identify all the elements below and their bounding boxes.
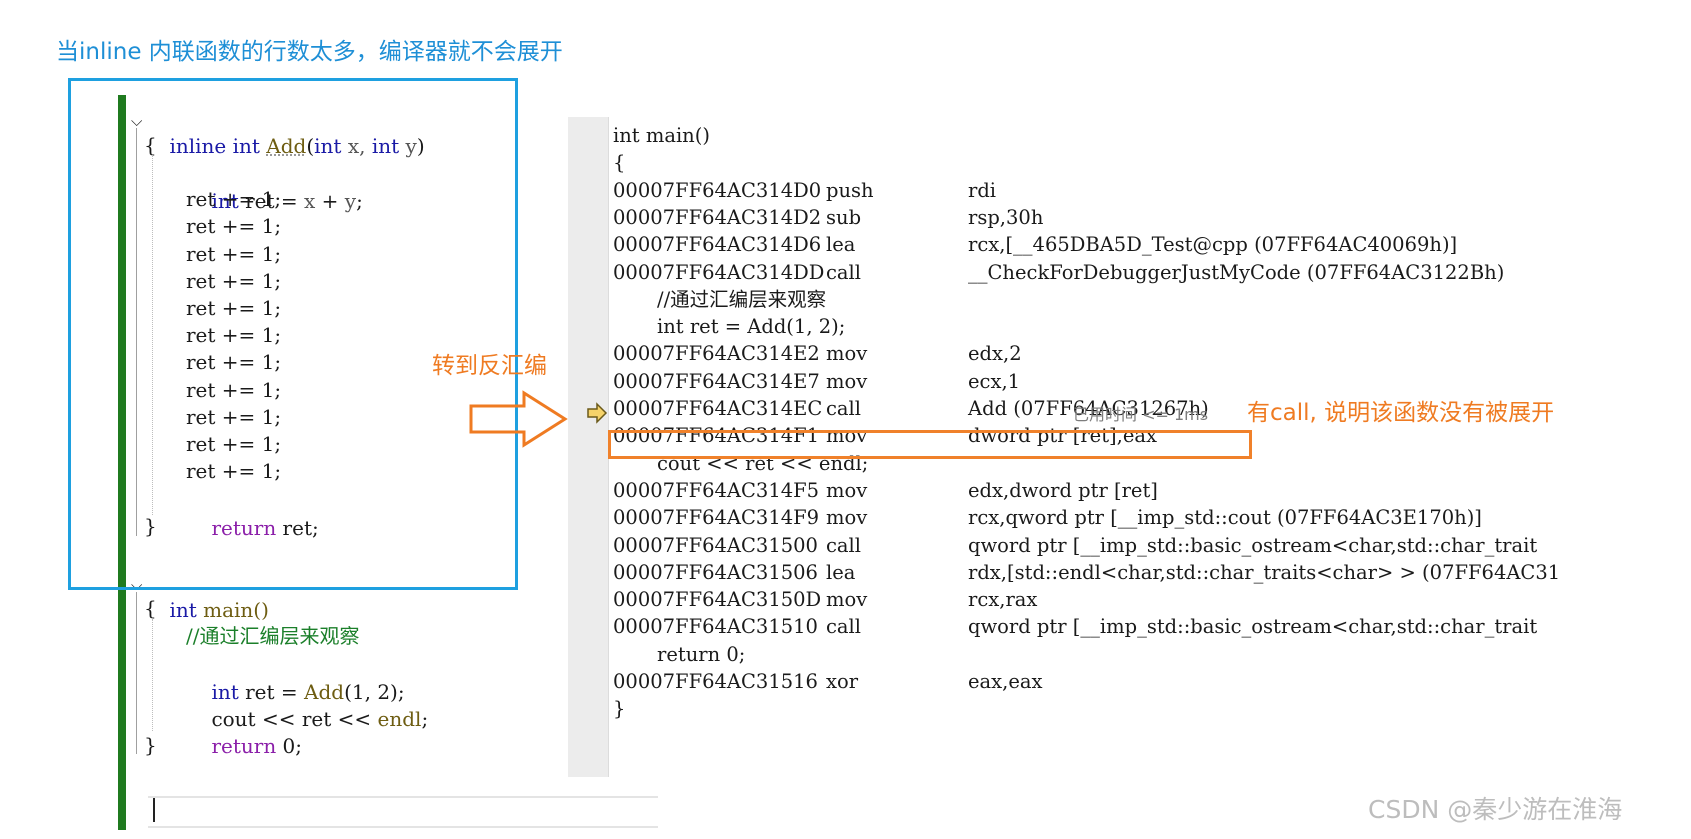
disasm-brace-close[interactable]: } <box>568 694 1640 723</box>
call-line[interactable]: int ret = Add(1, 2); <box>186 649 404 704</box>
return-line[interactable]: return 0; <box>186 703 302 758</box>
instruction-address: 00007FF64AC31510 <box>613 615 818 639</box>
instruction-operands: edx,dword ptr [ret] <box>968 478 1158 502</box>
disasm-instruction-row[interactable]: 00007FF64AC314F9 mov rcx,qword ptr [__imp_… <box>568 503 1640 532</box>
instruction-address: 00007FF64AC314DD <box>613 260 825 284</box>
disasm-instruction-row[interactable]: 00007FF64AC314E2 mov edx,2 <box>568 339 1640 368</box>
instruction-address: 00007FF64AC314D6 <box>613 233 822 257</box>
code-text: 0; <box>276 734 303 758</box>
disasm-instruction-row[interactable]: 00007FF64AC314D2 sub rsp,30h <box>568 203 1640 232</box>
instruction-opcode: sub <box>826 205 862 229</box>
instruction-operands: edx,2 <box>968 342 1022 366</box>
instruction-address: 00007FF64AC314E2 <box>613 342 820 366</box>
disasm-instruction-row[interactable]: 00007FF64AC31500 call qword ptr [__imp_std… <box>568 531 1640 560</box>
disasm-instruction-row[interactable]: 00007FF64AC314E7 mov ecx,1 <box>568 367 1640 396</box>
disasm-instruction-row[interactable]: 00007FF64AC314D6 lea rcx,[__465DBA5D_Test@… <box>568 230 1640 259</box>
source-text: int main() <box>613 124 710 147</box>
disasm-brace-open[interactable]: { <box>568 148 1640 177</box>
instruction-address: 00007FF64AC314F5 <box>613 478 820 502</box>
disasm-instruction-row[interactable]: 00007FF64AC31510 call qword ptr [__imp_std… <box>568 612 1640 641</box>
disasm-source-line[interactable]: int ret = Add(1, 2); <box>568 312 1640 341</box>
instruction-opcode: xor <box>826 670 859 693</box>
instruction-opcode: mov <box>826 342 868 366</box>
cout-line[interactable]: cout << ret << endl; <box>186 676 428 731</box>
instruction-opcode: mov <box>826 588 868 612</box>
source-text: { <box>613 151 626 175</box>
source-text: return 0; <box>657 642 746 666</box>
disasm-instruction-row[interactable]: 00007FF64AC31506 lea rdx,[std::endl<char,s… <box>568 558 1640 587</box>
instruction-opcode: lea <box>826 560 856 584</box>
function-name: main() <box>196 598 269 622</box>
instruction-opcode: call <box>826 533 862 557</box>
instruction-address: 00007FF64AC314F9 <box>613 506 820 530</box>
instruction-operands: rcx,rax <box>968 588 1038 612</box>
scope-bracket <box>136 592 137 754</box>
instruction-opcode: call <box>826 615 862 639</box>
instruction-operands: qword ptr [__imp_std::basic_ostream<char… <box>968 533 1538 557</box>
call-annotation: 有call, 说明该函数没有被展开 <box>1247 400 1555 426</box>
disasm-instruction-row[interactable]: 00007FF64AC314F5 mov edx,dword ptr [ret] <box>568 476 1640 505</box>
instruction-opcode: mov <box>826 478 868 502</box>
instruction-address: 00007FF64AC314D2 <box>613 205 822 229</box>
disasm-instruction-row[interactable]: 00007FF64AC314D0 push rdi <box>568 176 1640 205</box>
instruction-operands: rcx,[__465DBA5D_Test@cpp (07FF64AC40069h… <box>968 233 1458 257</box>
disasm-instruction-row[interactable]: 00007FF64AC31516 xor eax,eax <box>568 667 1640 696</box>
code-text: ; <box>421 707 429 731</box>
brace-open: { <box>144 596 157 620</box>
instruction-address: 00007FF64AC3150D <box>613 588 822 612</box>
instruction-opcode: push <box>826 178 874 202</box>
instruction-address: 00007FF64AC31516 <box>613 670 818 693</box>
instruction-opcode: lea <box>826 233 856 257</box>
instruction-opcode: mov <box>826 369 868 393</box>
indent-guide <box>152 619 153 731</box>
instruction-address: 00007FF64AC31506 <box>613 560 818 584</box>
disasm-instruction-row[interactable]: 00007FF64AC314DD call __CheckForDebuggerJu… <box>568 258 1640 287</box>
int-keyword: int <box>169 598 197 622</box>
instruction-operands: rsp,30h <box>968 205 1044 229</box>
call-instruction-highlight-box <box>608 430 1252 459</box>
csdn-watermark: CSDN @秦少游在淮海 <box>1368 795 1623 824</box>
inline-function-highlight-box <box>68 78 518 590</box>
disasm-source-line[interactable]: return 0; <box>568 640 1640 669</box>
right-arrow-icon <box>469 390 568 448</box>
instruction-operands: eax,eax <box>968 670 1043 693</box>
instruction-operands: __CheckForDebuggerJustMyCode (07FF64AC31… <box>968 260 1505 284</box>
text-caret <box>153 798 155 822</box>
instruction-opcode: call <box>826 260 862 284</box>
elapsed-time-hint: 已用时间 <= 1ms <box>1073 405 1209 424</box>
brace-close: } <box>144 733 157 757</box>
current-line-highlight <box>148 796 658 828</box>
instruction-operands: rdi <box>968 178 997 202</box>
comment-line[interactable]: //通过汇编层来观察 <box>186 622 359 651</box>
instruction-opcode: call <box>826 397 862 420</box>
return-keyword: return <box>211 734 277 758</box>
instruction-opcode: mov <box>826 506 868 530</box>
instruction-operands: rdx,[std::endl<char,std::char_traits<cha… <box>968 560 1561 584</box>
operator: << <box>337 707 372 731</box>
source-text: } <box>613 697 626 721</box>
instruction-address: 00007FF64AC314EC <box>613 397 823 420</box>
instruction-operands: ecx,1 <box>968 369 1021 393</box>
source-text: int ret = Add(1, 2); <box>657 315 846 339</box>
disasm-source-header[interactable]: int main() <box>568 121 1640 150</box>
source-text: //通过汇编层来观察 <box>657 287 827 311</box>
goto-disassembly-label: 转到反汇编 <box>432 353 547 379</box>
code-text: endl <box>371 707 422 731</box>
disasm-source-line[interactable]: //通过汇编层来观察 <box>568 285 1640 314</box>
instruction-operands: rcx,qword ptr [__imp_std::cout (07FF64AC… <box>968 506 1482 530</box>
instruction-address: 00007FF64AC31500 <box>613 533 818 557</box>
disasm-instruction-row[interactable]: 00007FF64AC3150D mov rcx,rax <box>568 585 1640 614</box>
instruction-address: 00007FF64AC314D0 <box>613 178 822 202</box>
instruction-operands: qword ptr [__imp_std::basic_ostream<char… <box>968 615 1538 639</box>
annotation-heading: 当inline 内联函数的行数太多，编译器就不会展开 <box>56 39 563 65</box>
instruction-address: 00007FF64AC314E7 <box>613 369 820 393</box>
